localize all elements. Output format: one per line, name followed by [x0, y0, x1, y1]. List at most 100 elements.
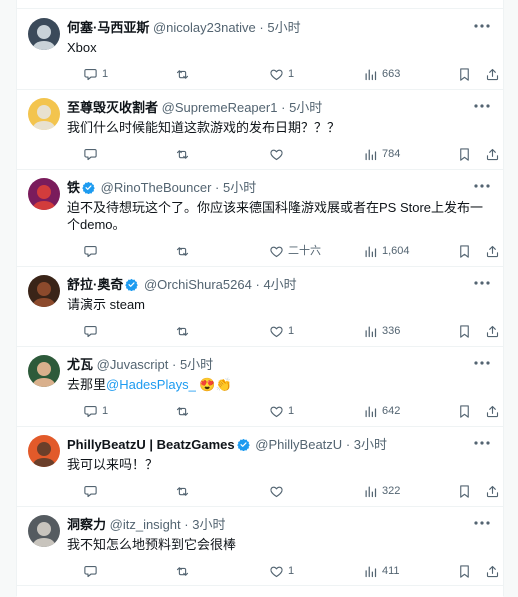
reply-button[interactable]: 1: [83, 65, 108, 83]
like-button[interactable]: 1: [269, 402, 294, 420]
separator-dot: ·: [184, 517, 189, 532]
feed-top-divider: [17, 0, 503, 9]
display-name[interactable]: 洞察力: [67, 517, 106, 532]
bookmark-button[interactable]: [457, 145, 476, 163]
more-options-icon[interactable]: [473, 99, 491, 113]
more-options-icon[interactable]: [473, 356, 491, 370]
share-button[interactable]: [485, 145, 504, 163]
reply-icon: [84, 485, 97, 497]
avatar[interactable]: [28, 355, 60, 387]
timestamp[interactable]: 3小时: [192, 517, 225, 532]
bookmark-icon: [460, 324, 469, 338]
views-button[interactable]: 411: [363, 562, 400, 580]
reply-tweet-7[interactable]: 洞察力 @itz_insight · 3小时 我不知怎么地预料到它会很棒 1 4…: [17, 506, 503, 586]
reply-button[interactable]: [83, 322, 102, 340]
reply-button[interactable]: [83, 562, 102, 580]
bookmark-button[interactable]: [457, 322, 476, 340]
tweet-text: 我们什么时候能知道这款游戏的发布日期？？？: [67, 119, 489, 136]
retweet-button[interactable]: [175, 322, 194, 340]
avatar[interactable]: [28, 98, 60, 130]
timestamp[interactable]: 4小时: [263, 277, 296, 292]
reply-tweet-3[interactable]: 铁 @RinoTheBouncer · 5小时 迫不及待想玩这个了。你应该来德国…: [17, 169, 503, 267]
reply-tweet-1[interactable]: 何塞·马西亚斯 @nicolay23native · 5小时 Xbox 1 1: [17, 9, 503, 90]
separator-dot: ·: [171, 357, 177, 372]
display-name[interactable]: 铁: [67, 180, 80, 195]
timestamp[interactable]: 5小时: [180, 357, 213, 372]
more-options-icon[interactable]: [473, 436, 491, 450]
timestamp[interactable]: 5小时: [223, 180, 256, 195]
tweet-header: 洞察力 @itz_insight · 3小时: [67, 517, 463, 533]
reply-feed: 何塞·马西亚斯 @nicolay23native · 5小时 Xbox 1 1: [16, 0, 504, 597]
display-name[interactable]: 何塞·马西亚斯: [67, 20, 149, 35]
tweet-header: 舒拉·奥奇 @OrchiShura5264 · 4小时: [67, 277, 463, 293]
display-name[interactable]: 舒拉·奥奇: [67, 277, 123, 292]
bookmark-button[interactable]: [457, 65, 476, 83]
user-handle[interactable]: @RinoTheBouncer: [101, 180, 212, 195]
separator-dot: ·: [281, 100, 286, 115]
display-name[interactable]: PhillyBeatzU | BeatzGames: [67, 437, 235, 452]
like-button[interactable]: 1: [269, 562, 294, 580]
bookmark-button[interactable]: [457, 242, 476, 260]
mention-link[interactable]: @HadesPlays_: [106, 377, 196, 392]
reply-tweet-4[interactable]: 舒拉·奥奇 @OrchiShura5264 · 4小时 请演示 steam 1: [17, 266, 503, 347]
timestamp[interactable]: 3小时: [354, 437, 387, 452]
like-count: 1: [288, 564, 295, 577]
share-button[interactable]: [485, 402, 504, 420]
user-handle[interactable]: @Juvascript: [97, 357, 169, 372]
user-handle[interactable]: @OrchiShura5264: [144, 277, 252, 292]
avatar[interactable]: [28, 178, 60, 210]
reply-tweet-2[interactable]: 至尊毁灭收割者 @SupremeReaper1 · 5小时 我们什么时候能知道这…: [17, 89, 503, 170]
views-button[interactable]: 322: [363, 482, 400, 500]
verified-badge-icon: [236, 438, 250, 451]
views-button[interactable]: 784: [363, 145, 400, 163]
views-button[interactable]: 336: [363, 322, 400, 340]
like-button[interactable]: [269, 145, 288, 163]
avatar[interactable]: [28, 18, 60, 50]
user-handle[interactable]: @itz_insight: [110, 517, 181, 532]
like-button[interactable]: [269, 482, 288, 500]
share-button[interactable]: [485, 242, 504, 260]
like-button[interactable]: 二十六: [269, 242, 321, 260]
timestamp[interactable]: 5小时: [267, 20, 300, 35]
views-button[interactable]: 642: [363, 402, 400, 420]
more-options-icon[interactable]: [473, 276, 491, 290]
share-button[interactable]: [485, 322, 504, 340]
views-button[interactable]: 663: [363, 65, 400, 83]
tweet-header: 至尊毁灭收割者 @SupremeReaper1 · 5小时: [67, 100, 463, 116]
reply-tweet-6[interactable]: PhillyBeatzU | BeatzGames @PhillyBeatzU …: [17, 426, 503, 507]
user-handle[interactable]: @PhillyBeatzU: [255, 437, 342, 452]
tweet-text: 去那里@HadesPlays_ 😍👏: [67, 376, 489, 393]
reply-tweet-5[interactable]: 尤瓦 @Juvascript · 5小时 去那里@HadesPlays_ 😍👏 …: [17, 346, 503, 427]
reply-button[interactable]: [83, 482, 102, 500]
user-handle[interactable]: @SupremeReaper1: [162, 100, 278, 115]
avatar[interactable]: [28, 515, 60, 547]
reply-button[interactable]: [83, 242, 102, 260]
bookmark-button[interactable]: [457, 482, 476, 500]
more-options-icon[interactable]: [473, 516, 491, 530]
retweet-button[interactable]: [175, 562, 194, 580]
display-name[interactable]: 尤瓦: [67, 357, 93, 372]
bookmark-button[interactable]: [457, 562, 476, 580]
timestamp[interactable]: 5小时: [289, 100, 322, 115]
views-button[interactable]: 1,604: [363, 242, 410, 260]
avatar[interactable]: [28, 275, 60, 307]
retweet-button[interactable]: [175, 242, 194, 260]
retweet-button[interactable]: [175, 482, 194, 500]
share-button[interactable]: [485, 562, 504, 580]
tweet-text: 迫不及待想玩这个了。你应该来德国科隆游戏展或者在PS Store上发布一个dem…: [67, 199, 489, 233]
more-options-icon[interactable]: [473, 19, 491, 33]
bookmark-button[interactable]: [457, 402, 476, 420]
user-handle[interactable]: @nicolay23native: [153, 20, 256, 35]
more-options-icon[interactable]: [473, 179, 491, 193]
retweet-button[interactable]: [175, 402, 194, 420]
avatar[interactable]: [28, 435, 60, 467]
like-button[interactable]: 1: [269, 322, 294, 340]
share-button[interactable]: [485, 65, 504, 83]
share-button[interactable]: [485, 482, 504, 500]
reply-button[interactable]: 1: [83, 402, 108, 420]
reply-button[interactable]: [83, 145, 102, 163]
retweet-button[interactable]: [175, 145, 194, 163]
like-button[interactable]: 1: [269, 65, 294, 83]
display-name[interactable]: 至尊毁灭收割者: [67, 100, 158, 115]
retweet-button[interactable]: [175, 65, 194, 83]
